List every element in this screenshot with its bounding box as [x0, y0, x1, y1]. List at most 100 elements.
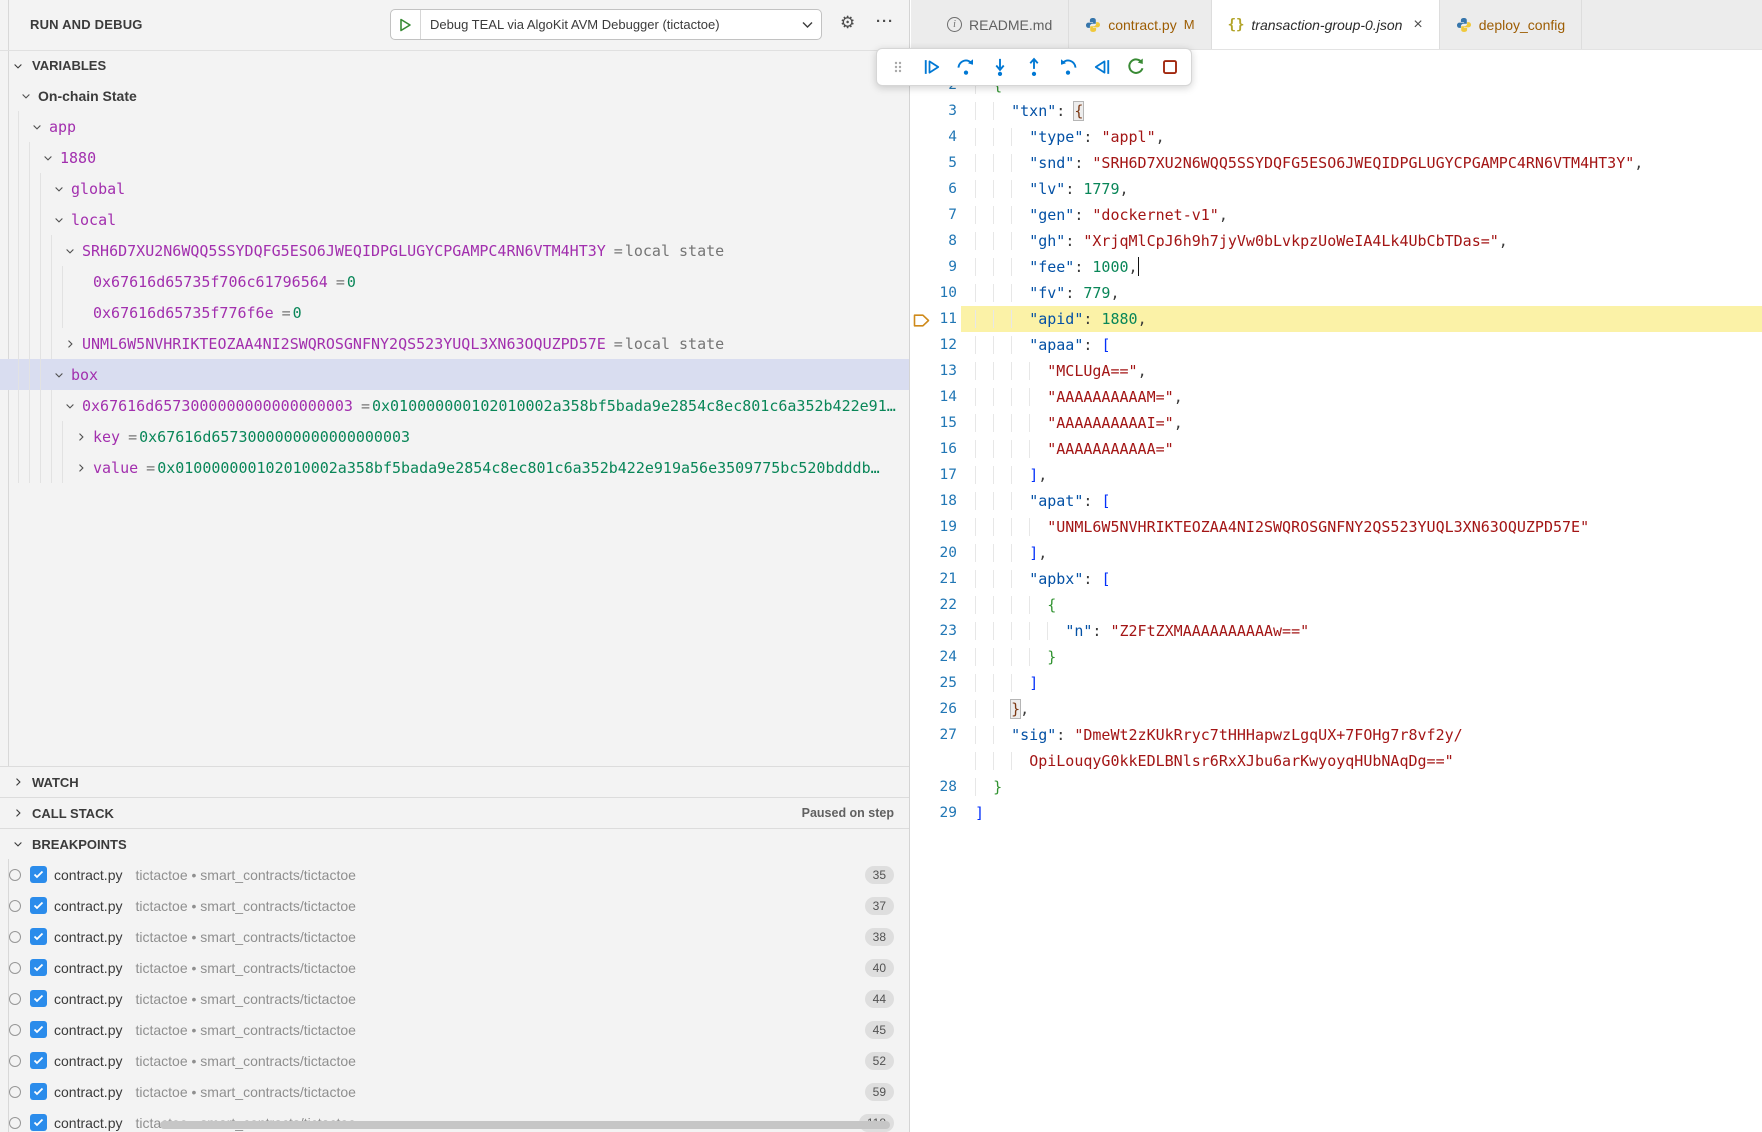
- code-text[interactable]: }: [961, 644, 1762, 670]
- editor-gutter[interactable]: 19: [911, 514, 961, 540]
- variable-row-box[interactable]: box: [0, 359, 910, 390]
- breakpoint-checkbox[interactable]: [30, 866, 47, 883]
- code-text[interactable]: "MCLUgA==",: [961, 358, 1762, 384]
- editor-gutter[interactable]: 9: [911, 254, 961, 280]
- code-line-5[interactable]: 5 "snd": "SRH6D7XU2N6WQQ5SSYDQFG5ESO6JWE…: [911, 150, 1762, 176]
- chevron-down-icon[interactable]: [51, 212, 67, 228]
- tab-deploy-config[interactable]: deploy_config: [1440, 0, 1582, 49]
- breakpoint-row[interactable]: contract.pytictactoe • smart_contracts/t…: [0, 890, 910, 921]
- breakpoint-checkbox[interactable]: [30, 897, 47, 914]
- code-text[interactable]: "txn": {: [961, 98, 1762, 124]
- code-text[interactable]: "apat": [: [961, 488, 1762, 514]
- breakpoint-row[interactable]: contract.pytictactoe • smart_contracts/t…: [0, 859, 910, 890]
- editor-gutter[interactable]: 20: [911, 540, 961, 566]
- breakpoint-circle-icon[interactable]: [9, 1055, 21, 1067]
- variable-row-global[interactable]: global: [0, 173, 910, 204]
- toolbar-grip-handle[interactable]: [886, 55, 910, 79]
- code-line-12[interactable]: 12 "apaa": [: [911, 332, 1762, 358]
- code-text[interactable]: "UNML6W5NVHRIKTEOZAA4NI2SWQROSGNFNY2QS52…: [961, 514, 1762, 540]
- code-text[interactable]: "n": "Z2FtZXMAAAAAAAAAAw==": [961, 618, 1762, 644]
- step-back-button[interactable]: [1056, 55, 1080, 79]
- variable-row-on-chain-state[interactable]: On-chain State: [0, 80, 910, 111]
- code-text[interactable]: "fee": 1000,: [961, 254, 1762, 280]
- editor-gutter[interactable]: 4: [911, 124, 961, 150]
- breakpoint-circle-icon[interactable]: [9, 931, 21, 943]
- editor-gutter[interactable]: [911, 748, 961, 774]
- editor-gutter[interactable]: 11: [911, 306, 961, 332]
- editor-gutter[interactable]: 25: [911, 670, 961, 696]
- breakpoint-row[interactable]: contract.pytictactoe • smart_contracts/t…: [0, 921, 910, 952]
- code-line-24[interactable]: 24 }: [911, 644, 1762, 670]
- code-line-9[interactable]: 9 "fee": 1000,: [911, 254, 1762, 280]
- code-line-7[interactable]: 7 "gen": "dockernet-v1",: [911, 202, 1762, 228]
- code-line-4[interactable]: 4 "type": "appl",: [911, 124, 1762, 150]
- editor-gutter[interactable]: 3: [911, 98, 961, 124]
- code-editor[interactable]: 2 {3 "txn": {4 "type": "appl",5 "snd": "…: [911, 50, 1762, 1132]
- editor-gutter[interactable]: 14: [911, 384, 961, 410]
- variable-row-0x67616d65735f776f6e[interactable]: 0x67616d65735f776f6e=0: [0, 297, 910, 328]
- editor-gutter[interactable]: 22: [911, 592, 961, 618]
- editor-gutter[interactable]: 15: [911, 410, 961, 436]
- more-actions-icon[interactable]: ···: [876, 13, 894, 30]
- editor-gutter[interactable]: 7: [911, 202, 961, 228]
- code-text[interactable]: "type": "appl",: [961, 124, 1762, 150]
- restart-button[interactable]: [1124, 55, 1148, 79]
- breakpoint-row[interactable]: contract.pytictactoe • smart_contracts/t…: [0, 983, 910, 1014]
- variable-row-local[interactable]: local: [0, 204, 910, 235]
- code-text[interactable]: },: [961, 696, 1762, 722]
- editor-gutter[interactable]: 23: [911, 618, 961, 644]
- code-line-18[interactable]: 18 "apat": [: [911, 488, 1762, 514]
- breakpoint-circle-icon[interactable]: [9, 869, 21, 881]
- variable-row-app[interactable]: app: [0, 111, 910, 142]
- editor-gutter[interactable]: 29: [911, 800, 961, 826]
- editor-gutter[interactable]: 24: [911, 644, 961, 670]
- breakpoint-row[interactable]: contract.pytictactoe • smart_contracts/t…: [0, 1076, 910, 1107]
- variable-row-1880[interactable]: 1880: [0, 142, 910, 173]
- code-line-14[interactable]: 14 "AAAAAAAAAAM=",: [911, 384, 1762, 410]
- code-text[interactable]: "apid": 1880,: [961, 306, 1762, 332]
- editor-gutter[interactable]: 10: [911, 280, 961, 306]
- code-line-17[interactable]: 17 ],: [911, 462, 1762, 488]
- stop-button[interactable]: [1158, 55, 1182, 79]
- start-debug-button[interactable]: [391, 10, 421, 39]
- step-out-button[interactable]: [1022, 55, 1046, 79]
- code-text[interactable]: ]: [961, 800, 1762, 826]
- code-line-11[interactable]: 11 "apid": 1880,: [911, 306, 1762, 332]
- breakpoint-checkbox[interactable]: [30, 959, 47, 976]
- gear-icon[interactable]: ⚙: [840, 13, 855, 33]
- breakpoint-circle-icon[interactable]: [9, 1117, 21, 1129]
- code-text[interactable]: "AAAAAAAAAAM=",: [961, 384, 1762, 410]
- tab-contract-py[interactable]: contract.pyM: [1069, 0, 1211, 49]
- code-text[interactable]: OpiLouqyG0kkEDLBNlsr6RxXJbu6arKwyoyqHUbN…: [961, 748, 1762, 774]
- editor-gutter[interactable]: 18: [911, 488, 961, 514]
- editor-gutter[interactable]: 28: [911, 774, 961, 800]
- breakpoint-checkbox[interactable]: [30, 990, 47, 1007]
- close-icon[interactable]: ×: [1413, 16, 1422, 34]
- variables-header[interactable]: VARIABLES: [0, 50, 910, 80]
- breakpoint-checkbox[interactable]: [30, 1052, 47, 1069]
- breakpoints-header[interactable]: BREAKPOINTS: [0, 828, 910, 859]
- chevron-right-icon[interactable]: [73, 460, 89, 476]
- continue-button[interactable]: [920, 55, 944, 79]
- code-text[interactable]: ],: [961, 462, 1762, 488]
- breakpoint-circle-icon[interactable]: [9, 1086, 21, 1098]
- code-line-28[interactable]: 28 }: [911, 774, 1762, 800]
- code-text[interactable]: "fv": 779,: [961, 280, 1762, 306]
- editor-gutter[interactable]: 12: [911, 332, 961, 358]
- chevron-down-icon[interactable]: [62, 243, 78, 259]
- launch-config-dropdown[interactable]: Debug TEAL via AlgoKit AVM Debugger (tic…: [390, 9, 822, 40]
- breakpoint-row[interactable]: contract.pytictactoe • smart_contracts/t…: [0, 1014, 910, 1045]
- code-text[interactable]: "AAAAAAAAAAA=": [961, 436, 1762, 462]
- editor-gutter[interactable]: 26: [911, 696, 961, 722]
- code-text[interactable]: ]: [961, 670, 1762, 696]
- editor-gutter[interactable]: 16: [911, 436, 961, 462]
- chevron-down-icon[interactable]: [18, 88, 34, 104]
- code-text[interactable]: {: [961, 592, 1762, 618]
- code-text[interactable]: "snd": "SRH6D7XU2N6WQQ5SSYDQFG5ESO6JWEQI…: [961, 150, 1762, 176]
- breakpoint-circle-icon[interactable]: [9, 993, 21, 1005]
- breakpoint-checkbox[interactable]: [30, 1083, 47, 1100]
- chevron-down-icon[interactable]: [51, 367, 67, 383]
- tab-transaction-group-0-json[interactable]: {}transaction-group-0.json×: [1212, 0, 1440, 49]
- variable-row-0x67616d6573[interactable]: 0x67616d6573000000000000000003=0x0100000…: [0, 390, 910, 421]
- code-line-wrap[interactable]: OpiLouqyG0kkEDLBNlsr6RxXJbu6arKwyoyqHUbN…: [911, 748, 1762, 774]
